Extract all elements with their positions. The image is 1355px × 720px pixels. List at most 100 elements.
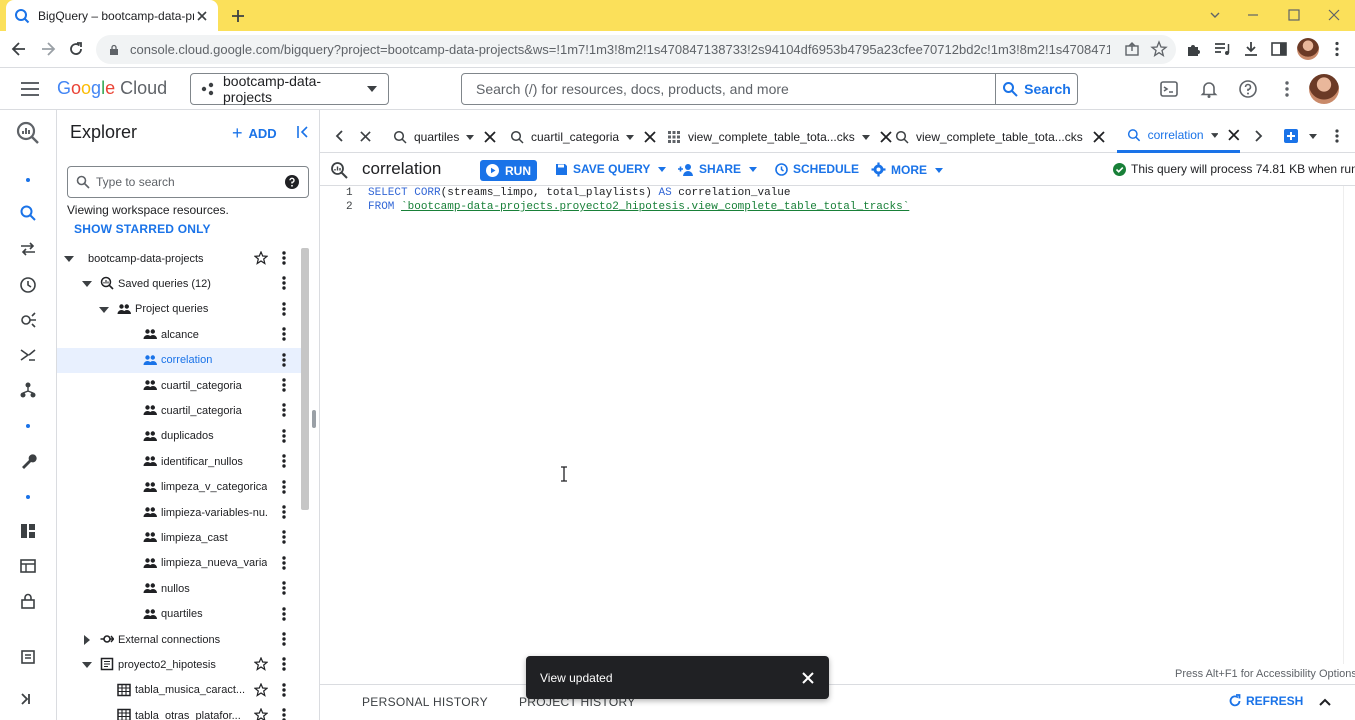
caret-down-icon[interactable] (82, 279, 92, 289)
node-actions-icon[interactable] (281, 250, 287, 266)
tab-more-options-icon[interactable] (1332, 128, 1342, 144)
extensions-icon[interactable] (1185, 40, 1203, 58)
node-actions-icon[interactable] (281, 275, 287, 291)
tab-view-complete-table-query[interactable]: view_complete_table_tota...cks (895, 120, 1105, 153)
node-actions-icon[interactable] (281, 707, 287, 720)
node-actions-icon[interactable] (281, 428, 287, 444)
editor-scrollbar[interactable] (1343, 186, 1355, 664)
download-icon[interactable] (1242, 40, 1260, 58)
node-actions-icon[interactable] (281, 479, 287, 495)
data-transfers-icon[interactable] (19, 240, 37, 258)
tree-node-saved[interactable]: Saved queries (12) (57, 271, 305, 296)
close-tab-icon[interactable] (644, 130, 656, 143)
tab-dropdown-icon[interactable] (466, 133, 475, 141)
tree-node-dataset[interactable]: proyecto2_hipotesis (57, 652, 305, 677)
more-options-icon[interactable] (1277, 79, 1297, 99)
close-tab-icon[interactable] (1228, 129, 1240, 141)
star-icon[interactable] (254, 682, 268, 697)
browser-tab[interactable]: BigQuery – bootcamp-data-proje (6, 0, 218, 31)
search-button[interactable]: Search (995, 74, 1077, 104)
share-page-icon[interactable] (1123, 40, 1141, 58)
tab-dropdown-icon[interactable] (861, 133, 870, 141)
save-query-button[interactable]: SAVE QUERY (555, 162, 671, 176)
tree-node-table[interactable]: tabla_otras_platafor... (57, 703, 305, 720)
tab-search-icon[interactable] (1206, 6, 1224, 24)
tab-quartiles[interactable]: quartiles (393, 120, 496, 153)
star-icon[interactable] (254, 708, 268, 720)
tab-personal-history[interactable]: PERSONAL HISTORY (362, 695, 488, 709)
browser-profile-avatar[interactable] (1297, 38, 1319, 60)
tab-dropdown-icon[interactable] (626, 133, 635, 141)
tree-node-external[interactable]: External connections (57, 627, 305, 652)
search-input[interactable]: Search (/) for resources, docs, products… (462, 74, 995, 104)
partner-center-icon[interactable] (19, 381, 37, 399)
tree-node-query[interactable]: limpieza-variables-nu... (57, 500, 305, 525)
close-icon[interactable] (801, 671, 815, 685)
refresh-button[interactable]: REFRESH (1228, 694, 1303, 708)
new-tab-icon[interactable] (228, 6, 248, 26)
explorer-scrollbar[interactable] (301, 248, 309, 510)
analytics-hub-icon[interactable] (19, 311, 37, 329)
more-button[interactable]: MORE (871, 162, 948, 177)
show-starred-button[interactable]: SHOW STARRED ONLY (74, 222, 211, 236)
release-notes-icon[interactable] (19, 648, 37, 666)
minimize-icon[interactable] (1244, 6, 1262, 24)
side-panel-icon[interactable] (1270, 40, 1288, 58)
close-tab-icon[interactable] (880, 130, 892, 143)
tree-node-query[interactable]: limpeza_v_categoricas (57, 475, 305, 500)
node-actions-icon[interactable] (281, 555, 287, 571)
node-actions-icon[interactable] (281, 656, 287, 672)
account-avatar[interactable] (1309, 74, 1339, 104)
caret-down-icon[interactable] (64, 254, 74, 264)
chevron-up-icon[interactable] (1318, 695, 1332, 709)
panel-resize-handle[interactable] (312, 410, 316, 428)
caret-down-icon[interactable] (99, 305, 109, 315)
expand-rail-icon[interactable] (19, 690, 37, 708)
bigquery-logo-icon[interactable] (15, 120, 41, 146)
node-actions-icon[interactable] (281, 631, 287, 647)
media-queue-icon[interactable] (1213, 40, 1231, 58)
add-data-button[interactable]: + ADD (232, 123, 277, 144)
tree-node-query[interactable]: limpieza_cast (57, 525, 305, 550)
tab-dropdown-icon[interactable] (1210, 131, 1219, 139)
new-query-dropdown-icon[interactable] (1309, 133, 1317, 141)
node-actions-icon[interactable] (281, 377, 287, 393)
tab-cuartil-categoria[interactable]: cuartil_categoria (510, 120, 656, 153)
node-actions-icon[interactable] (281, 301, 287, 317)
schedule-button[interactable]: SCHEDULE (775, 162, 859, 176)
tree-node-query[interactable]: nullos (57, 576, 305, 601)
caret-right-icon[interactable] (82, 635, 92, 645)
star-icon[interactable] (254, 657, 268, 672)
browser-menu-icon[interactable] (1328, 40, 1346, 58)
close-window-icon[interactable] (1325, 6, 1343, 24)
console-search-box[interactable]: Search (/) for resources, docs, products… (461, 73, 1078, 105)
tree-node-group[interactable]: Project queries (57, 297, 305, 322)
tree-node-query[interactable]: correlation (57, 347, 305, 373)
explorer-search-field[interactable]: Type to search (67, 166, 309, 198)
run-button[interactable]: RUN (480, 160, 537, 181)
tree-node-query[interactable]: limpieza_nueva_varia... (57, 551, 305, 576)
tree-node-query[interactable]: duplicados (57, 424, 305, 449)
cloud-shell-icon[interactable] (1159, 79, 1179, 99)
node-actions-icon[interactable] (281, 606, 287, 622)
tree-node-query[interactable]: quartiles (57, 602, 305, 627)
caret-down-icon[interactable] (82, 660, 92, 670)
project-selector[interactable]: bootcamp-data-projects (190, 73, 389, 105)
node-actions-icon[interactable] (281, 682, 287, 698)
sql-editor[interactable]: 1 2 SELECT CORR(streams_limpo, total_pla… (320, 186, 1343, 664)
monitoring-icon[interactable] (19, 522, 37, 540)
tree-node-query[interactable]: cuartil_categoria (57, 398, 305, 423)
collapse-panel-icon[interactable] (295, 124, 311, 140)
back-icon[interactable] (9, 39, 29, 59)
address-bar[interactable]: console.cloud.google.com/bigquery?projec… (96, 35, 1176, 64)
google-cloud-logo[interactable]: Google Cloud (57, 78, 167, 99)
lock-icon[interactable] (108, 44, 120, 56)
tree-node-query[interactable]: cuartil_categoria (57, 373, 305, 398)
node-actions-icon[interactable] (281, 580, 287, 596)
reload-icon[interactable] (66, 39, 86, 59)
help-icon[interactable] (284, 174, 300, 190)
tree-node-project[interactable]: bootcamp-data-projects (57, 246, 305, 271)
scroll-tabs-left-icon[interactable] (334, 130, 346, 142)
forward-icon[interactable] (38, 39, 58, 59)
tree-node-query[interactable]: alcance (57, 322, 305, 347)
